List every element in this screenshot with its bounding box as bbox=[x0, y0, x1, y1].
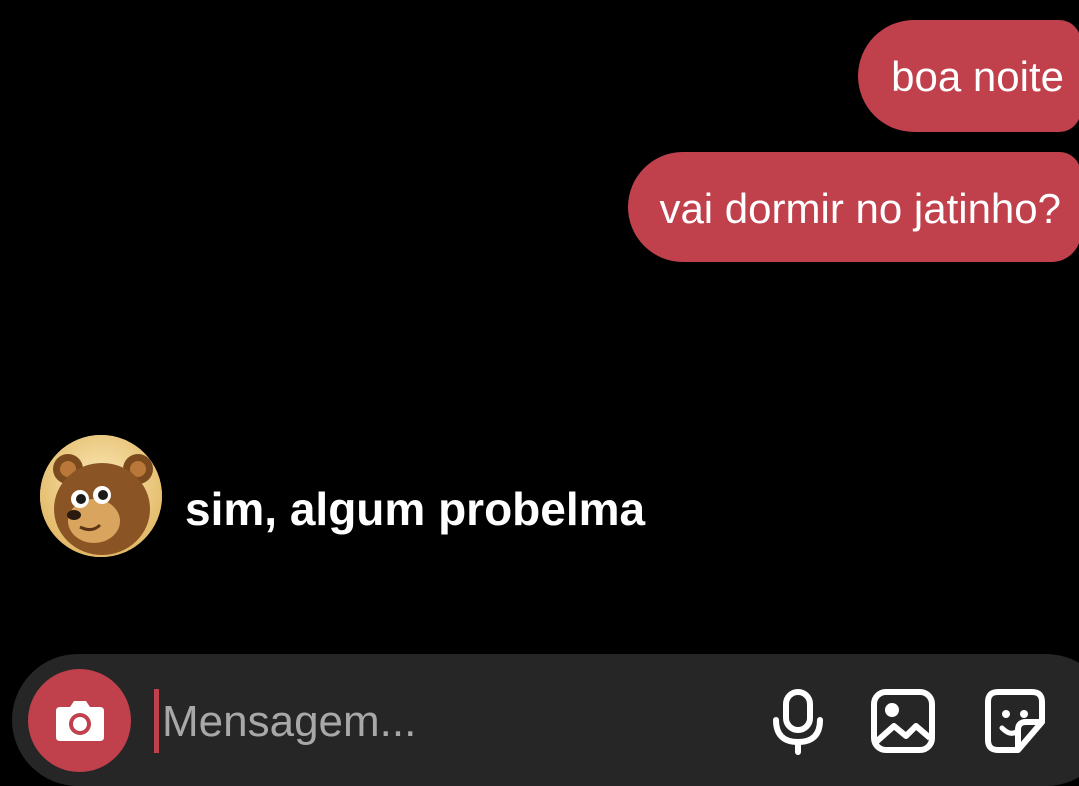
microphone-button[interactable] bbox=[764, 684, 834, 758]
bear-avatar-icon[interactable] bbox=[40, 435, 162, 557]
camera-button[interactable] bbox=[28, 669, 131, 772]
outgoing-message[interactable]: vai dormir no jatinho? bbox=[628, 152, 1079, 262]
gallery-button[interactable] bbox=[868, 684, 938, 758]
outgoing-message[interactable]: boa noite bbox=[858, 20, 1079, 132]
message-text: boa noite bbox=[891, 53, 1064, 100]
sticker-button[interactable] bbox=[980, 684, 1050, 758]
gallery-icon bbox=[871, 689, 935, 753]
text-cursor bbox=[154, 689, 159, 753]
microphone-icon bbox=[773, 689, 823, 755]
message-input[interactable] bbox=[162, 692, 722, 752]
sticker-icon bbox=[985, 689, 1045, 753]
incoming-message[interactable]: sim, algum probelma bbox=[185, 482, 645, 536]
camera-icon bbox=[56, 701, 104, 741]
message-text: vai dormir no jatinho? bbox=[659, 185, 1061, 232]
